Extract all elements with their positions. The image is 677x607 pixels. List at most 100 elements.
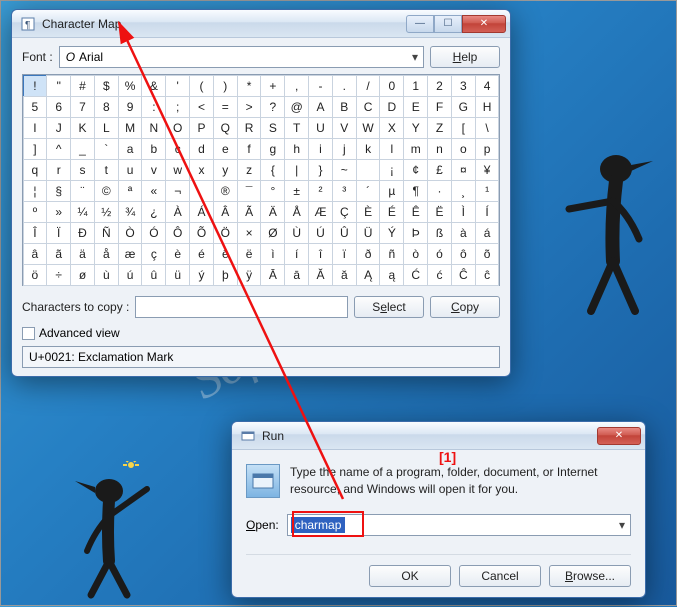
char-cell[interactable]: æ <box>118 243 143 265</box>
char-cell[interactable]: Ā <box>260 264 285 286</box>
char-cell[interactable]: Ñ <box>94 222 119 244</box>
char-cell[interactable]: : <box>141 96 166 118</box>
char-cell[interactable]: 3 <box>451 75 476 97</box>
char-cell[interactable]: I <box>23 117 48 139</box>
char-cell[interactable] <box>356 159 381 181</box>
char-cell[interactable]: ¬ <box>165 180 190 202</box>
char-cell[interactable]: ³ <box>332 180 357 202</box>
char-cell[interactable]: ä <box>70 243 95 265</box>
char-cell[interactable]: r <box>46 159 71 181</box>
char-cell[interactable]: k <box>356 138 381 160</box>
char-cell[interactable]: & <box>141 75 166 97</box>
char-cell[interactable]: ă <box>332 264 357 286</box>
char-cell[interactable]: » <box>46 201 71 223</box>
char-cell[interactable]: u <box>118 159 143 181</box>
char-cell[interactable]: Ã <box>237 201 262 223</box>
char-cell[interactable]: Ê <box>403 201 428 223</box>
char-cell[interactable]: J <box>46 117 71 139</box>
char-cell[interactable]: ¤ <box>451 159 476 181</box>
char-cell[interactable]: ¥ <box>475 159 500 181</box>
char-cell[interactable]: Ó <box>141 222 166 244</box>
char-cell[interactable]: y <box>213 159 238 181</box>
char-cell[interactable]: À <box>165 201 190 223</box>
char-cell[interactable]: Z <box>427 117 452 139</box>
char-cell[interactable]: @ <box>284 96 309 118</box>
char-cell[interactable]: c <box>165 138 190 160</box>
char-cell[interactable]: Á <box>189 201 214 223</box>
char-cell[interactable]: = <box>213 96 238 118</box>
char-cell[interactable]: Ą <box>356 264 381 286</box>
char-cell[interactable]: M <box>118 117 143 139</box>
char-cell[interactable]: } <box>308 159 333 181</box>
char-cell[interactable]: < <box>189 96 214 118</box>
char-cell[interactable]: º <box>23 201 48 223</box>
char-cell[interactable]: « <box>141 180 166 202</box>
char-cell[interactable]: > <box>237 96 262 118</box>
char-cell[interactable]: { <box>260 159 285 181</box>
char-cell[interactable]: Ù <box>284 222 309 244</box>
char-cell[interactable]: ¼ <box>70 201 95 223</box>
char-cell[interactable]: × <box>237 222 262 244</box>
char-cell[interactable]: ô <box>451 243 476 265</box>
char-cell[interactable]: ç <box>141 243 166 265</box>
char-cell[interactable]: ¯ <box>237 180 262 202</box>
char-cell[interactable]: e <box>213 138 238 160</box>
char-cell[interactable]: W <box>356 117 381 139</box>
char-cell[interactable]: å <box>94 243 119 265</box>
char-cell[interactable]: É <box>379 201 404 223</box>
char-cell[interactable]: ñ <box>379 243 404 265</box>
char-cell[interactable]: Ä <box>260 201 285 223</box>
char-cell[interactable]: Ì <box>451 201 476 223</box>
char-cell[interactable]: 0 <box>379 75 404 97</box>
char-cell[interactable]: ¿ <box>141 201 166 223</box>
browse-button[interactable]: Browse... <box>549 565 631 587</box>
char-cell[interactable]: Ï <box>46 222 71 244</box>
char-cell[interactable]: G <box>451 96 476 118</box>
char-cell[interactable]: Ú <box>308 222 333 244</box>
char-cell[interactable]: Æ <box>308 201 333 223</box>
char-cell[interactable]: Þ <box>403 222 428 244</box>
char-cell[interactable]: K <box>70 117 95 139</box>
char-cell[interactable]: 2 <box>427 75 452 97</box>
char-cell[interactable]: 6 <box>46 96 71 118</box>
char-cell[interactable]: f <box>237 138 262 160</box>
char-cell[interactable]: · <box>427 180 452 202</box>
char-cell[interactable]: + <box>260 75 285 97</box>
char-cell[interactable]: | <box>284 159 309 181</box>
char-cell[interactable]: ^ <box>46 138 71 160</box>
char-cell[interactable]: ¡ <box>379 159 404 181</box>
char-cell[interactable]: ÷ <box>46 264 71 286</box>
char-cell[interactable]: ï <box>332 243 357 265</box>
char-cell[interactable]: p <box>475 138 500 160</box>
char-cell[interactable]: d <box>189 138 214 160</box>
char-cell[interactable]: ¦ <box>23 180 48 202</box>
help-button[interactable]: Help <box>430 46 500 68</box>
char-cell[interactable]: þ <box>213 264 238 286</box>
char-cell[interactable]: ' <box>165 75 190 97</box>
char-cell[interactable]: 7 <box>70 96 95 118</box>
char-cell[interactable]: T <box>284 117 309 139</box>
char-cell[interactable]: b <box>141 138 166 160</box>
char-cell[interactable]: Q <box>213 117 238 139</box>
char-cell[interactable]: / <box>356 75 381 97</box>
char-cell[interactable]: A <box>308 96 333 118</box>
advanced-view-checkbox[interactable] <box>22 327 35 340</box>
char-cell[interactable]: ò <box>403 243 428 265</box>
char-cell[interactable]: Ć <box>403 264 428 286</box>
char-cell[interactable]: 8 <box>94 96 119 118</box>
char-cell[interactable]: X <box>379 117 404 139</box>
char-cell[interactable]: $ <box>94 75 119 97</box>
char-cell[interactable]: g <box>260 138 285 160</box>
char-cell[interactable]: Í <box>475 201 500 223</box>
char-cell[interactable]: F <box>427 96 452 118</box>
char-cell[interactable]: t <box>94 159 119 181</box>
char-cell[interactable]: n <box>427 138 452 160</box>
char-cell[interactable]: j <box>332 138 357 160</box>
char-cell[interactable]: ć <box>427 264 452 286</box>
char-cell[interactable]: õ <box>475 243 500 265</box>
char-cell[interactable]: Ò <box>118 222 143 244</box>
char-cell[interactable]: Û <box>332 222 357 244</box>
char-cell[interactable]: ¸ <box>451 180 476 202</box>
char-cell[interactable]: î <box>308 243 333 265</box>
char-cell[interactable]: © <box>94 180 119 202</box>
